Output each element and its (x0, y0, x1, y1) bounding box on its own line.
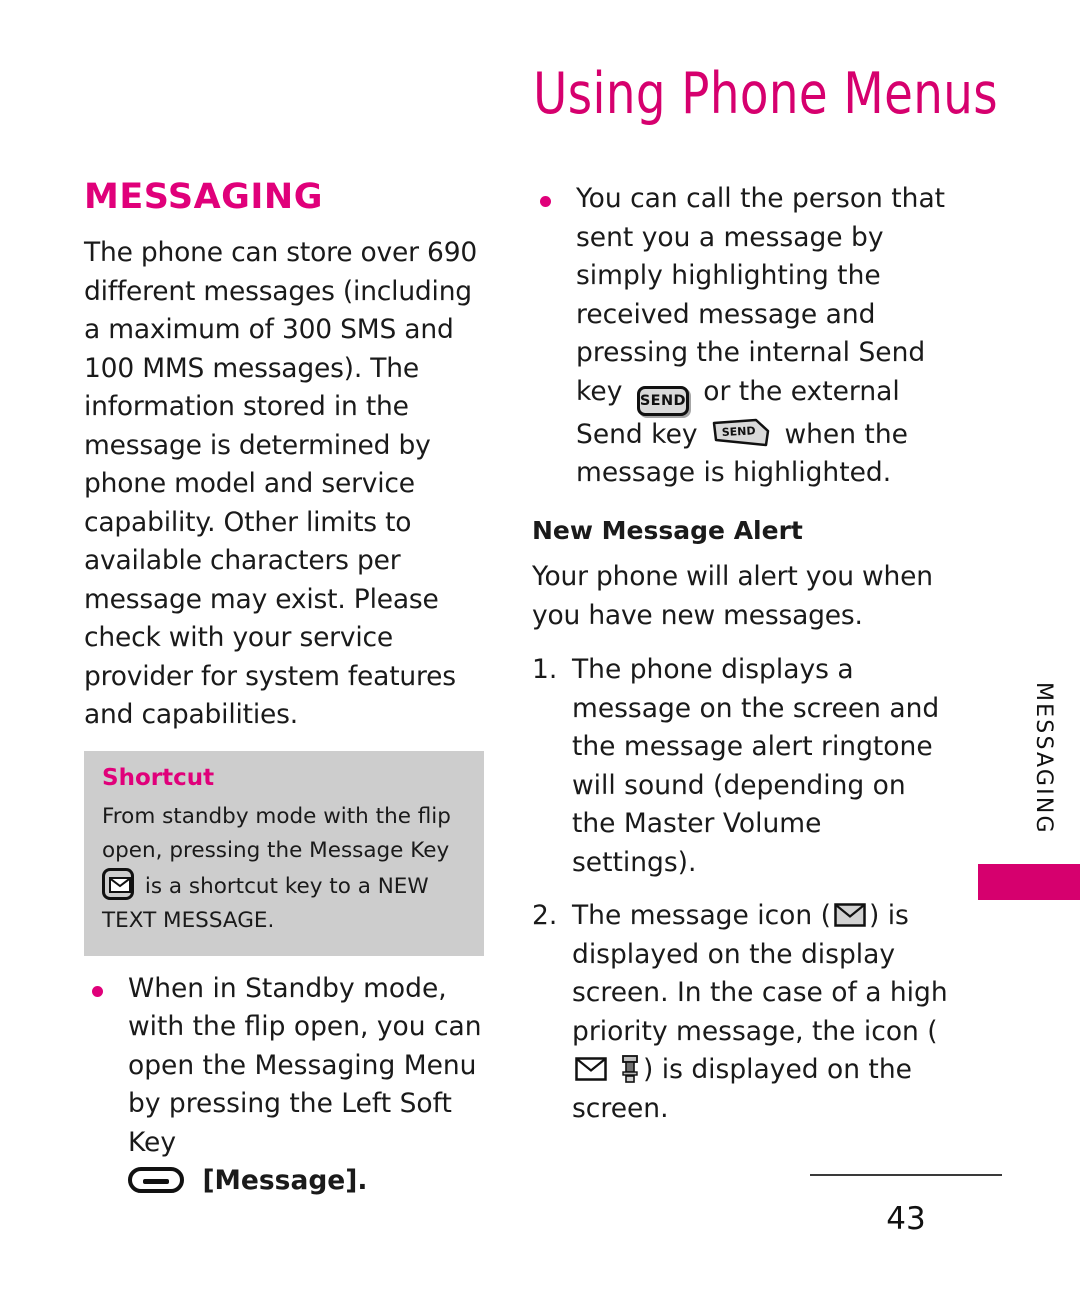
list-item: When in Standby mode, with the flip open… (84, 970, 484, 1201)
bullet-dot-icon (92, 985, 103, 997)
send-key-text-part-1: You can call the person that sent you a … (576, 183, 946, 407)
shortcut-text-after-icon: is a shortcut key to a NEW TEXT MESSAGE. (102, 873, 429, 933)
internal-send-key-icon: SEND (636, 385, 689, 416)
page-header: Using Phone Menus (0, 66, 1080, 123)
step-number: 1. (532, 654, 558, 685)
message-key-icon (102, 867, 134, 900)
right-bullet-list: You can call the person that sent you a … (532, 180, 952, 493)
bullet-text-after-icon: [Message]. (202, 1165, 368, 1196)
section-title-messaging: MESSAGING (84, 177, 323, 217)
left-column: MESSAGING The phone can store over 690 d… (84, 180, 484, 1217)
alert-intro-paragraph: Your phone will alert you when you have … (532, 561, 933, 631)
shortcut-callout: Shortcut From standby mode with the flip… (84, 750, 484, 956)
svg-text:SEND: SEND (721, 424, 755, 439)
messaging-intro-paragraph: The phone can store over 690 different m… (84, 237, 478, 730)
side-tab-bar (978, 864, 1080, 900)
list-item: You can call the person that sent you a … (532, 180, 952, 493)
step-text: The phone displays a message on the scre… (572, 654, 940, 878)
external-send-key-icon: SEND (712, 418, 770, 448)
list-item: 1. The phone displays a message on the s… (532, 651, 952, 882)
bullet-text-before-icon: When in Standby mode, with the flip open… (128, 972, 482, 1158)
right-column: You can call the person that sent you a … (532, 180, 952, 1143)
step-text-part-1: The message icon ( (572, 900, 831, 931)
envelope-icon (834, 903, 866, 927)
shortcut-title: Shortcut (102, 764, 215, 791)
shortcut-text-before-icon: From standby mode with the flip open, pr… (102, 803, 451, 863)
page-footer: 43 (810, 1174, 1002, 1235)
alert-steps-list: 1. The phone displays a message on the s… (532, 651, 952, 1128)
shortcut-text: From standby mode with the flip open, pr… (102, 800, 466, 938)
step-number: 2. (532, 900, 558, 931)
left-soft-key-icon (128, 1167, 184, 1193)
envelope-icon (575, 1057, 607, 1081)
bullet-dot-icon (540, 196, 551, 207)
high-priority-icon (620, 1055, 640, 1083)
list-item: 2. The message icon ( ) is displayed on … (532, 897, 952, 1128)
page-title: Using Phone Menus (533, 61, 998, 127)
side-tab-label: MESSAGING (1031, 682, 1056, 835)
page-number: 43 (886, 1201, 926, 1237)
footer-divider (810, 1174, 1002, 1176)
left-bullet-list: When in Standby mode, with the flip open… (84, 970, 484, 1201)
sub-heading-new-message-alert: New Message Alert (532, 515, 803, 545)
